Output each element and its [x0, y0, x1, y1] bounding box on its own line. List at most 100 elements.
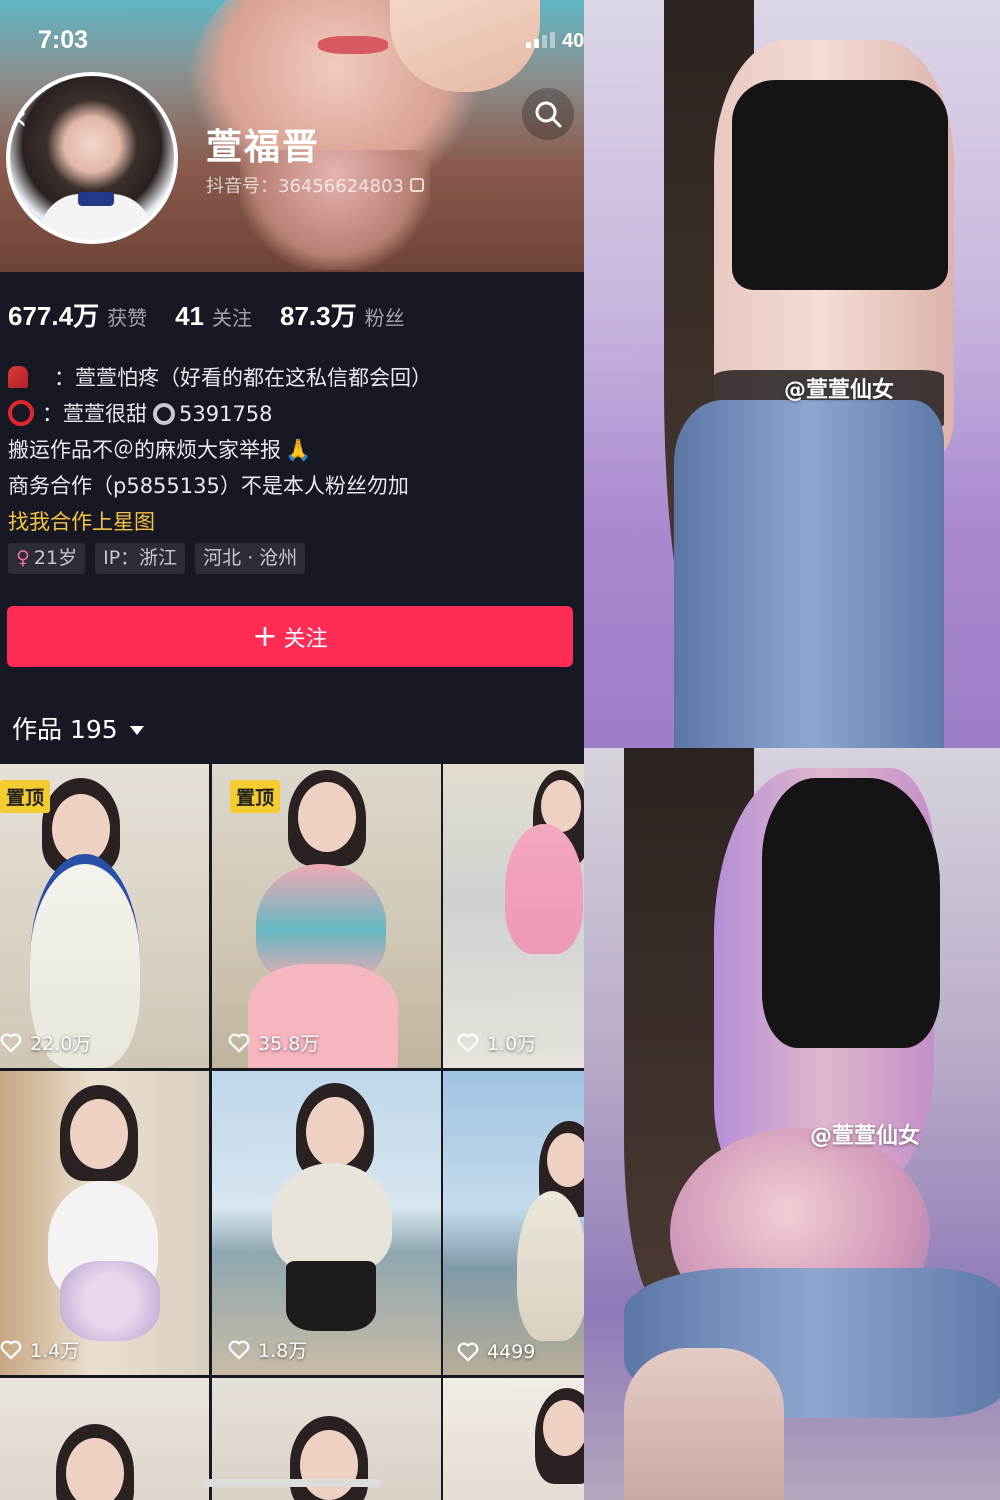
video-likes-count: 4499	[487, 1341, 536, 1363]
header-photo-lips	[318, 36, 388, 54]
stat-following[interactable]: 41 关注	[175, 301, 252, 332]
bio-line-3: 搬运作品不＠的麻烦大家举报	[8, 438, 281, 462]
thumbnail-face	[66, 1438, 124, 1500]
video-tile[interactable]: 1.0万	[443, 764, 584, 1068]
thumbnail-outfit	[272, 1163, 392, 1273]
profile-bio: ：萱萱怕疼（好看的都在这私信都会回） ：萱萱很甜 5391758 搬运作品不＠的麻…	[8, 360, 578, 540]
photo-watermark: @萱萱仙女	[810, 1124, 921, 1149]
status-time: 7:03	[38, 26, 89, 54]
video-tile[interactable]	[443, 1378, 584, 1500]
female-icon: ♀	[16, 547, 30, 569]
video-likes: 1.0万	[457, 1029, 536, 1056]
video-tile[interactable]: 1.4万	[0, 1071, 209, 1375]
video-likes-count: 1.8万	[258, 1340, 308, 1362]
thumbnail-swimsuit	[60, 1261, 160, 1341]
thumbnail-outfit	[517, 1191, 584, 1341]
video-likes: 35.8万	[228, 1029, 319, 1056]
thumbnail-face	[70, 1099, 128, 1169]
bio-line: 搬运作品不＠的麻烦大家举报 🙏	[8, 432, 578, 468]
stat-followers-label: 粉丝	[364, 306, 405, 330]
search-icon	[535, 101, 562, 128]
video-likes-count: 1.4万	[30, 1340, 80, 1362]
signal-icon	[526, 32, 555, 48]
home-indicator	[202, 1479, 382, 1487]
bio-line-2-prefix: ：萱萱很甜	[42, 402, 147, 426]
video-tile[interactable]: 置顶 35.8万	[212, 764, 441, 1068]
stat-likes-value: 677.4万	[8, 301, 100, 331]
bio-line: ：萱萱怕疼（好看的都在这私信都会回）	[8, 360, 578, 396]
red-circle-icon	[8, 400, 34, 426]
photo-jeans	[674, 400, 944, 748]
photo-black-top	[762, 778, 940, 1048]
bio-line-1: ：萱萱怕疼（好看的都在这私信都会回）	[54, 366, 432, 390]
photo-feet	[624, 1348, 784, 1500]
stat-following-value: 41	[175, 301, 204, 331]
video-tile[interactable]: 置顶 22.0万	[0, 764, 209, 1068]
stat-following-label: 关注	[212, 306, 252, 330]
caret-down-icon	[129, 725, 144, 735]
copy-icon[interactable]	[409, 178, 424, 192]
bio-line-4: 商务合作（p5855135）不是本人粉丝勿加	[8, 474, 409, 498]
heart-icon	[228, 1340, 250, 1359]
tag-age: ♀ 21岁	[8, 543, 86, 574]
battery-level: 40	[562, 30, 584, 52]
stat-followers[interactable]: 87.3万 粉丝	[280, 296, 405, 333]
star-map-link[interactable]: 找我合作上星图	[8, 504, 578, 540]
back-button[interactable]: ‹	[14, 96, 54, 140]
video-tile[interactable]: 1.8万	[212, 1071, 441, 1375]
heart-icon	[0, 1033, 22, 1052]
photo-black-top	[732, 80, 948, 290]
tag-age-label: 21岁	[33, 547, 78, 569]
thumbnail-face	[547, 1133, 584, 1187]
plus-icon: +	[252, 618, 278, 654]
tag-ip: IP：浙江	[95, 543, 186, 574]
photo-panel-bottom: @萱萱仙女	[584, 748, 1000, 1500]
follow-button-label: 关注	[283, 626, 328, 652]
heart-icon	[457, 1342, 479, 1362]
thumbnail-face	[298, 782, 356, 852]
pinned-badge: 置顶	[0, 780, 51, 813]
video-likes-count: 1.0万	[487, 1033, 537, 1055]
profile-stats: 677.4万 获赞 41 关注 87.3万 粉丝	[8, 296, 405, 333]
video-likes: 1.8万	[228, 1336, 307, 1363]
video-likes-count: 22.0万	[30, 1033, 92, 1055]
video-likes: 22.0万	[0, 1029, 91, 1056]
follow-button[interactable]: + 关注	[7, 606, 573, 667]
tag-location: 河北 · 沧州	[195, 543, 306, 574]
works-tab-label: 作品 195	[12, 715, 118, 744]
thumbnail-outfit	[505, 824, 583, 954]
profile-name: 萱福晋	[206, 127, 321, 168]
profile-tags: ♀ 21岁 IP：浙江 河北 · 沧州	[8, 543, 306, 574]
stat-likes-label: 获赞	[107, 306, 148, 330]
douyin-id-row[interactable]: 抖音号：36456624803	[206, 172, 424, 198]
douyin-id: 抖音号：36456624803	[206, 176, 404, 197]
thumbnail-face	[306, 1097, 364, 1167]
photo-watermark: @萱萱仙女	[784, 378, 895, 403]
thumbnail-skirt	[286, 1261, 376, 1331]
bio-line: ：萱萱很甜 5391758	[8, 396, 578, 432]
stat-likes: 677.4万 获赞	[8, 296, 147, 333]
avatar-collar	[78, 192, 114, 206]
video-likes: 4499	[457, 1341, 535, 1363]
stat-followers-value: 87.3万	[280, 301, 357, 331]
heart-icon	[457, 1033, 479, 1052]
bio-line: 商务合作（p5855135）不是本人粉丝勿加	[8, 468, 578, 504]
ribbon-icon	[8, 366, 28, 388]
heart-icon	[0, 1340, 22, 1359]
video-tile[interactable]: 4499	[443, 1071, 584, 1375]
magnifier-icon	[153, 403, 175, 425]
video-grid: 置顶 22.0万 置顶 35.8万 1.0万 1.4万 1.8万 4499	[0, 764, 584, 1500]
video-tile[interactable]	[0, 1378, 209, 1500]
thumbnail-face	[300, 1430, 358, 1500]
pinned-badge: 置顶	[230, 780, 281, 813]
thumbnail-face	[543, 1400, 584, 1456]
photo-panel-top: @萱萱仙女	[584, 0, 1000, 748]
search-button[interactable]	[522, 88, 574, 140]
heart-icon	[228, 1033, 250, 1052]
bio-line-2-number: 5391758	[179, 402, 273, 426]
praying-hands-icon: 🙏	[285, 438, 312, 462]
video-likes: 1.4万	[0, 1336, 79, 1363]
tab-works[interactable]: 作品 195	[12, 710, 144, 746]
video-likes-count: 35.8万	[258, 1033, 320, 1055]
profile-screen: 7:03 40 ‹ 萱福晋 抖音号：36456624803 677.4万 获赞 …	[0, 0, 584, 1500]
